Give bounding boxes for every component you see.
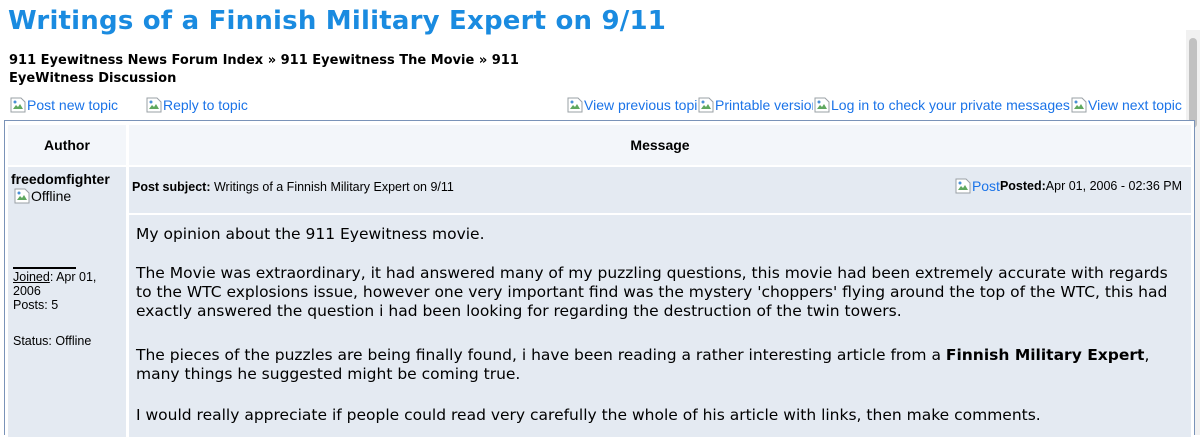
posted-date: Apr 01, 2006 - 02:36 PM	[1045, 179, 1182, 193]
message-paragraph: My opinion about the 911 Eyewitness movi…	[136, 225, 485, 243]
broken-image-icon	[567, 97, 583, 113]
broken-image-icon	[146, 97, 162, 113]
posted-label: Posted:	[999, 179, 1046, 193]
scrollbar-thumb[interactable]	[1189, 38, 1197, 128]
log-in-private-messages-link[interactable]: Log in to check your private messages	[814, 95, 1070, 115]
view-previous-topic-label: View previous topic	[584, 97, 698, 113]
breadcrumb-separator: »	[474, 53, 492, 68]
post-subject-value: Writings of a Finnish Military Expert on…	[210, 180, 454, 194]
post-subject: Post subject: Writings of a Finnish Mili…	[132, 180, 454, 194]
post-author-username[interactable]: freedomfighter	[11, 171, 110, 187]
view-next-topic-label: View next topic	[1088, 97, 1182, 113]
broken-image-icon	[698, 97, 714, 113]
offline-image-alt: Offline	[31, 188, 72, 204]
breadcrumb-category[interactable]: 911 Eyewitness The Movie	[281, 53, 475, 68]
topic-title[interactable]: Writings of a Finnish Military Expert on…	[8, 6, 666, 36]
breadcrumb-separator: »	[263, 53, 281, 68]
author-status: Status: Offline	[13, 334, 92, 348]
posted-info: Post Posted: Apr 01, 2006 - 02:36 PM	[955, 178, 1182, 194]
broken-image-icon[interactable]	[955, 178, 971, 194]
view-previous-topic-link[interactable]: View previous topic	[567, 95, 698, 115]
message-text: The pieces of the puzzles are being fina…	[136, 346, 946, 364]
broken-image-icon	[10, 97, 26, 113]
joined-label: Joined	[13, 270, 50, 284]
reply-to-topic-label: Reply to topic	[163, 97, 248, 113]
author-details: Joined: Apr 01, 2006 Posts: 5	[13, 270, 123, 312]
message-paragraph: The pieces of the puzzles are being fina…	[136, 346, 1186, 384]
post-new-topic-label: Post new topic	[27, 97, 119, 113]
post-subject-label: Post subject:	[132, 180, 211, 194]
offline-status-image: Offline	[14, 188, 71, 204]
rank-divider	[13, 267, 76, 269]
post-body-cell	[129, 215, 1191, 437]
log-in-private-messages-label: Log in to check your private messages	[831, 97, 1070, 113]
view-next-topic-link[interactable]: View next topic	[1071, 95, 1195, 115]
reply-to-topic-button[interactable]: Reply to topic	[146, 95, 261, 115]
breadcrumb-forum-index[interactable]: 911 Eyewitness News Forum Index	[9, 53, 263, 68]
post-image-alt[interactable]: Post	[972, 178, 1000, 194]
message-bold-text: Finnish Military Expert	[945, 346, 1145, 364]
message-paragraph: The Movie was extraordinary, it had answ…	[136, 264, 1168, 320]
message-paragraph: I would really appreciate if people coul…	[136, 406, 1041, 424]
topic-actions-bar: Post new topic Reply to topic View previ…	[0, 95, 1200, 115]
broken-image-icon	[1071, 97, 1087, 113]
posts-table: Author Message freedomfighter Offline Jo…	[4, 120, 1195, 437]
printable-version-label: Printable version	[715, 97, 813, 113]
message-column-header: Message	[129, 125, 1191, 165]
post-count: Posts: 5	[13, 298, 59, 312]
printable-version-link[interactable]: Printable version	[698, 95, 813, 115]
post-new-topic-button[interactable]: Post new topic	[10, 95, 135, 115]
author-column-header: Author	[8, 125, 126, 165]
broken-image-icon	[14, 188, 30, 204]
breadcrumb: 911 Eyewitness News Forum Index » 911 Ey…	[9, 52, 529, 88]
broken-image-icon	[814, 97, 830, 113]
